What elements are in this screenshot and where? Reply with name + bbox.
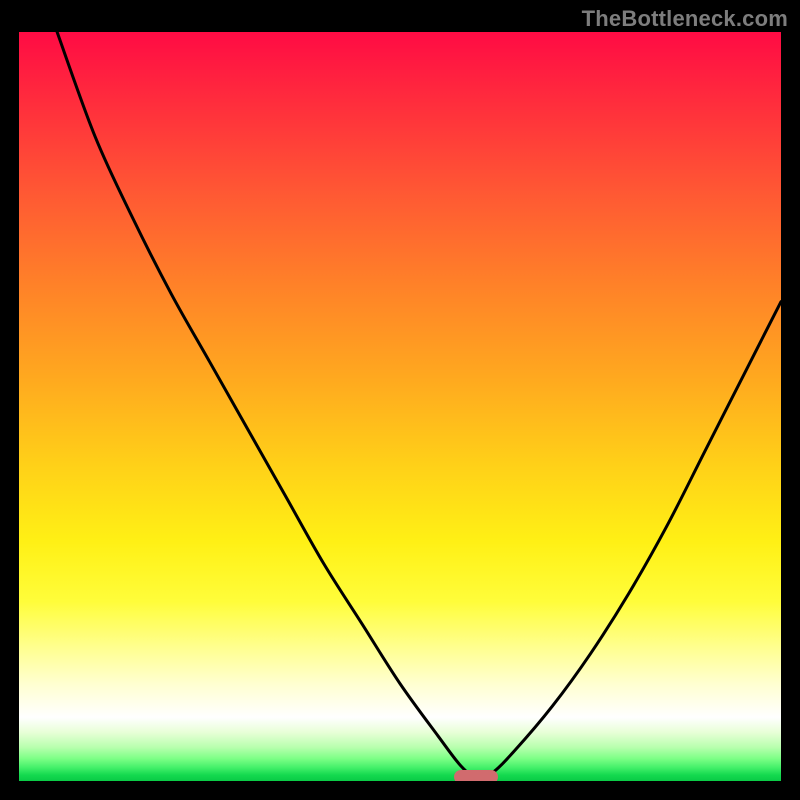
optimal-marker: [454, 770, 498, 781]
curve-svg: [19, 32, 781, 781]
plot-area: [19, 32, 781, 781]
watermark-text: TheBottleneck.com: [582, 6, 788, 32]
bottleneck-curve: [57, 32, 781, 778]
chart-frame: TheBottleneck.com: [0, 0, 800, 800]
